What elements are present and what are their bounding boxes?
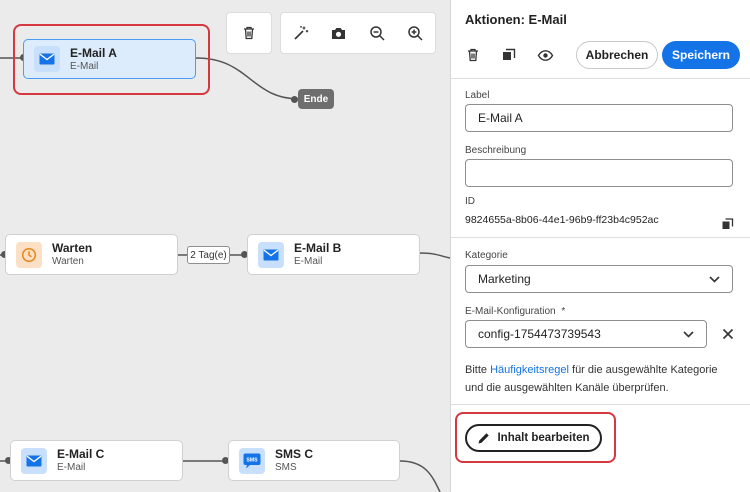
button-highlight-frame xyxy=(455,412,616,463)
divider xyxy=(451,237,750,238)
hint-text-before: Bitte xyxy=(465,364,491,376)
input-port[interactable] xyxy=(291,96,298,103)
eye-icon[interactable] xyxy=(534,44,556,66)
node-title: E-Mail C xyxy=(57,447,105,461)
node-subtitle: Warten xyxy=(52,256,84,267)
svg-text:SMS: SMS xyxy=(246,457,258,463)
category-select-value: Marketing xyxy=(478,272,531,286)
label-field-label: Label xyxy=(465,90,490,101)
divider xyxy=(451,404,750,405)
node-highlight-frame xyxy=(13,24,210,95)
cancel-label: Abbrechen xyxy=(585,48,649,62)
sms-icon: SMS xyxy=(239,447,265,474)
node-subtitle: SMS xyxy=(275,462,297,473)
config-select[interactable]: config-1754473739543 xyxy=(465,320,707,348)
description-input[interactable] xyxy=(465,159,733,187)
node-title: Warten xyxy=(52,241,93,255)
clear-icon[interactable] xyxy=(717,323,739,345)
chevron-down-icon xyxy=(683,327,694,341)
clock-icon xyxy=(16,241,42,268)
email-icon xyxy=(21,447,47,474)
wait-duration-badge: 2 Tag(e) xyxy=(187,246,230,264)
zoom-in-icon[interactable] xyxy=(404,21,428,45)
frequency-hint: Bitte Häufigkeitsregel für die ausgewähl… xyxy=(465,361,735,397)
save-button[interactable]: Speichern xyxy=(662,41,740,69)
camera-icon[interactable] xyxy=(327,21,351,45)
email-icon xyxy=(258,241,284,268)
node-subtitle: E-Mail xyxy=(294,256,323,267)
journey-canvas[interactable]: E-Mail A E-Mail Ende Warten Warten 2 Tag… xyxy=(0,0,450,492)
end-node[interactable]: Ende xyxy=(298,89,334,109)
id-value: 9824655a-8b06-44e1-96b9-ff23b4c952ac xyxy=(465,214,659,226)
panel-title: Aktionen: E-Mail xyxy=(465,12,567,27)
zoom-out-icon[interactable] xyxy=(365,21,389,45)
cancel-button[interactable]: Abbrechen xyxy=(576,41,658,69)
node-email-c[interactable]: E-Mail C E-Mail xyxy=(10,440,183,481)
end-label: Ende xyxy=(303,93,329,105)
frequency-rule-link[interactable]: Häufigkeitsregel xyxy=(490,364,569,376)
id-field-label: ID xyxy=(465,196,475,207)
node-title: E-Mail B xyxy=(294,241,342,255)
label-input-value: E-Mail A xyxy=(478,111,523,125)
trash-icon[interactable] xyxy=(462,44,484,66)
config-field-label: E-Mail-Konfiguration * xyxy=(465,306,565,317)
description-field-label: Beschreibung xyxy=(465,145,527,156)
label-input[interactable]: E-Mail A xyxy=(465,104,733,132)
properties-panel: Aktionen: E-Mail Abbrechen Speichern Lab… xyxy=(450,0,750,492)
node-email-b[interactable]: E-Mail B E-Mail xyxy=(247,234,420,275)
copy-icon[interactable] xyxy=(717,213,739,235)
node-sms-c[interactable]: SMS SMS C SMS xyxy=(228,440,400,481)
magic-wand-icon[interactable] xyxy=(288,21,312,45)
node-subtitle: E-Mail xyxy=(57,462,86,473)
chevron-down-icon xyxy=(709,272,720,286)
duplicate-icon[interactable] xyxy=(498,44,520,66)
save-label: Speichern xyxy=(671,48,731,62)
wait-duration-label: 2 Tag(e) xyxy=(190,249,227,261)
divider xyxy=(451,78,750,79)
category-select[interactable]: Marketing xyxy=(465,265,733,293)
config-field-label-text: E-Mail-Konfiguration xyxy=(465,306,556,317)
node-title: SMS C xyxy=(275,447,314,461)
node-warten[interactable]: Warten Warten xyxy=(5,234,178,275)
category-field-label: Kategorie xyxy=(465,250,508,261)
delete-toolbar xyxy=(226,12,272,54)
required-mark: * xyxy=(561,306,566,317)
canvas-toolbar xyxy=(280,12,436,54)
trash-icon[interactable] xyxy=(237,21,261,45)
config-select-value: config-1754473739543 xyxy=(478,327,601,341)
